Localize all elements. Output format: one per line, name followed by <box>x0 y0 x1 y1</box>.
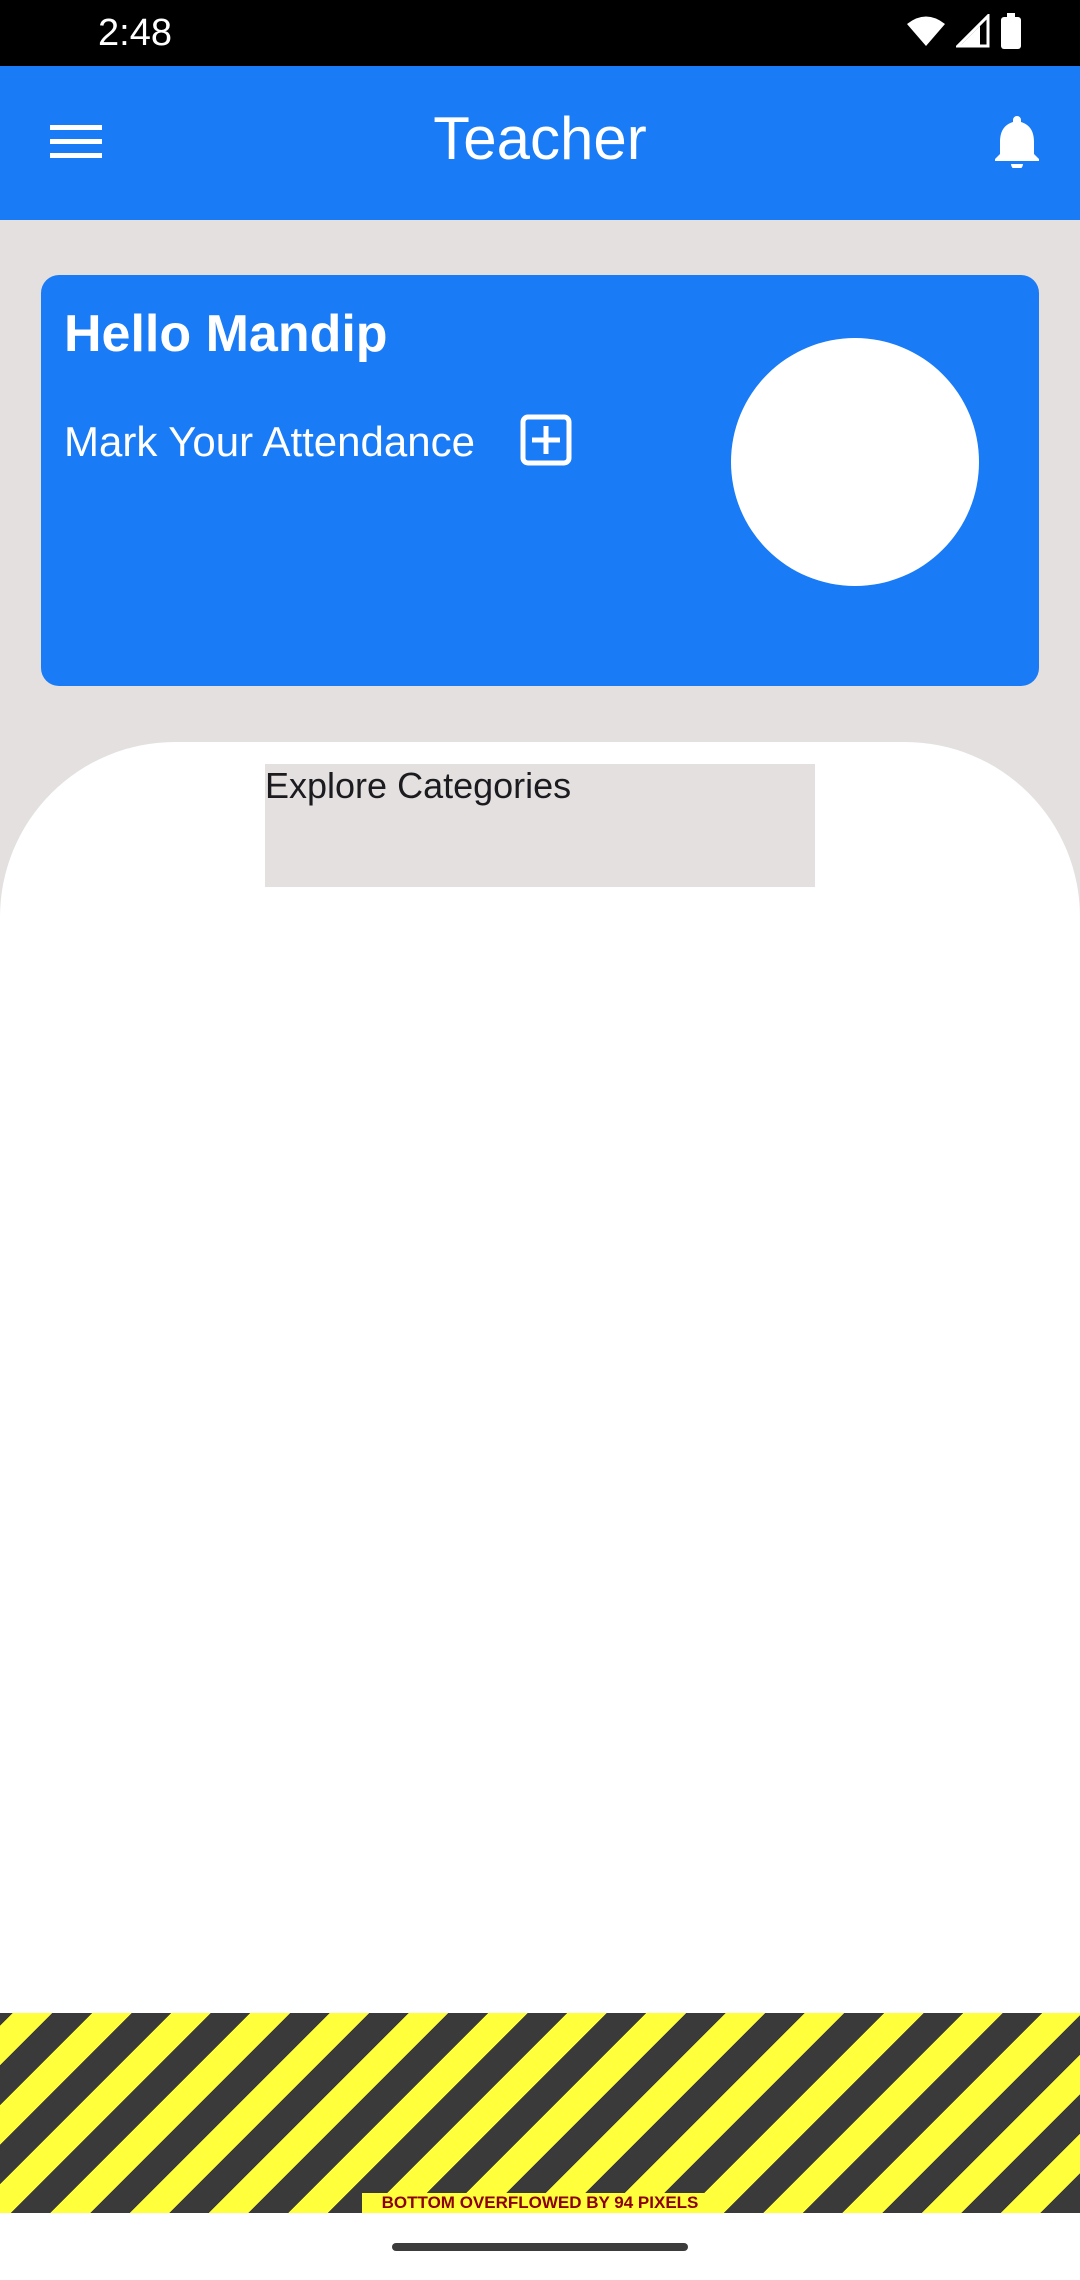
status-bar: 2:48 <box>0 0 1080 66</box>
greeting-title: Hello Mandip <box>64 305 388 363</box>
overflow-warning-stripe: BOTTOM OVERFLOWED BY 94 PIXELS <box>0 2013 1080 2213</box>
battery-icon <box>1000 12 1022 54</box>
avatar[interactable] <box>731 338 979 586</box>
explore-title: Explore Categories <box>265 765 572 806</box>
page-title: Teacher <box>433 105 647 172</box>
overflow-warning-label: BOTTOM OVERFLOWED BY 94 PIXELS <box>362 2193 718 2213</box>
attendance-label: Mark Your Attendance <box>64 418 475 465</box>
mark-attendance-button[interactable] <box>519 414 573 471</box>
status-time: 2:48 <box>98 12 172 54</box>
attendance-row: Mark Your Attendance <box>64 414 573 471</box>
signal-icon <box>954 11 990 53</box>
app-bar: Teacher <box>0 66 1080 220</box>
add-box-icon <box>520 414 572 471</box>
home-indicator[interactable] <box>392 2243 688 2251</box>
bell-icon <box>994 114 1040 173</box>
status-icons <box>906 11 1022 54</box>
notifications-button[interactable] <box>982 110 1052 176</box>
greeting-card: Hello Mandip Mark Your Attendance <box>41 275 1039 686</box>
explore-header: Explore Categories <box>265 764 815 887</box>
bottom-gesture-area <box>0 2213 1080 2280</box>
wifi-icon <box>906 15 946 52</box>
explore-sheet: Explore Categories <box>0 742 1080 2142</box>
